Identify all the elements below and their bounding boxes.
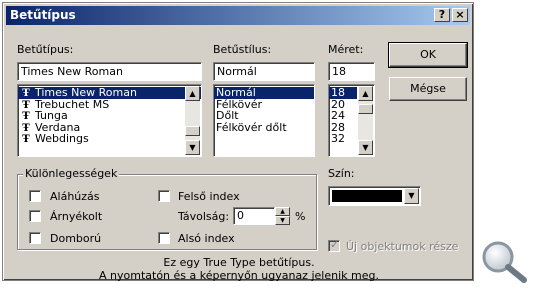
- offset-unit: %: [295, 210, 306, 223]
- size-label: Méret:: [328, 43, 364, 56]
- offset-input[interactable]: 0: [233, 207, 275, 225]
- style-list-item[interactable]: Félkövér dőlt: [214, 121, 314, 134]
- color-swatch: [332, 190, 402, 202]
- scroll-thumb[interactable]: [358, 104, 373, 114]
- scroll-down-icon[interactable]: ▼: [358, 140, 373, 155]
- style-input[interactable]: Normál: [213, 62, 315, 81]
- scroll-down-icon[interactable]: ▼: [185, 140, 200, 155]
- color-label: Szín:: [328, 167, 355, 180]
- effects-group-label: Különlegességek: [23, 167, 120, 180]
- style-list[interactable]: Normál Félkövér Dőlt Félkövér dőlt: [213, 84, 315, 157]
- spin-up-icon[interactable]: ▲: [275, 207, 290, 216]
- scroll-thumb[interactable]: [185, 126, 200, 136]
- scroll-up-icon[interactable]: ▲: [358, 86, 373, 101]
- size-list-scrollbar[interactable]: ▲ ▼: [358, 86, 373, 155]
- default-checkbox[interactable]: ✓: [328, 238, 340, 252]
- preview-line-1: Ez egy True Type betűtípus.: [163, 256, 315, 269]
- dialog-title: Betűtípus: [10, 8, 76, 22]
- chevron-down-icon[interactable]: ▼: [404, 188, 419, 204]
- superscript-label: Felső index: [178, 190, 240, 203]
- magnifier-icon[interactable]: [478, 238, 530, 284]
- style-list-item[interactable]: Normál: [214, 87, 314, 99]
- spin-down-icon[interactable]: ▼: [275, 216, 290, 225]
- size-input[interactable]: 18: [328, 62, 375, 81]
- preview-line-2: A nyomtatón és a képernyőn ugyanaz jelen…: [99, 269, 379, 282]
- size-list-item[interactable]: 18: [329, 87, 357, 99]
- offset-spinner[interactable]: ▲ ▼: [275, 207, 290, 225]
- shadow-label: Árnyékolt: [50, 210, 103, 223]
- ok-button[interactable]: OK: [388, 42, 468, 68]
- default-label: Új objektumok része: [346, 240, 459, 253]
- cancel-button[interactable]: Mégse: [389, 77, 467, 101]
- style-label: Betűstílus:: [213, 43, 272, 56]
- shadow-checkbox[interactable]: [29, 210, 41, 222]
- subscript-checkbox[interactable]: [158, 232, 170, 244]
- size-list[interactable]: 18 20 24 28 32 ▲ ▼: [328, 84, 375, 157]
- style-list-item[interactable]: Dőlt: [214, 110, 314, 122]
- font-dialog: Betűtípus ? × Betűtípus: Times New Roman…: [2, 2, 474, 282]
- close-button[interactable]: ×: [452, 8, 468, 22]
- font-list[interactable]: Ŧ Times New Roman Ŧ Trebuchet MS Ŧ Tunga ŦV…: [17, 84, 202, 157]
- underline-checkbox[interactable]: [29, 190, 41, 202]
- underline-label: Aláhúzás: [50, 190, 100, 203]
- color-select[interactable]: ▼: [328, 186, 421, 206]
- font-list-item[interactable]: Ŧ Webdings: [18, 133, 201, 145]
- font-label: Betűtípus:: [17, 43, 74, 56]
- superscript-checkbox[interactable]: [158, 190, 170, 202]
- offset-label: Távolság:: [178, 210, 230, 223]
- font-input[interactable]: Times New Roman: [17, 62, 202, 81]
- scroll-up-icon[interactable]: ▲: [185, 86, 200, 101]
- truetype-font-icon: Ŧ: [22, 134, 30, 145]
- emboss-label: Domború: [50, 232, 102, 245]
- subscript-label: Alsó index: [178, 232, 235, 245]
- title-bar: Betűtípus ? ×: [6, 6, 470, 25]
- help-button[interactable]: ?: [434, 8, 450, 22]
- font-list-scrollbar[interactable]: ▲ ▼: [185, 86, 200, 155]
- emboss-checkbox[interactable]: [29, 232, 41, 244]
